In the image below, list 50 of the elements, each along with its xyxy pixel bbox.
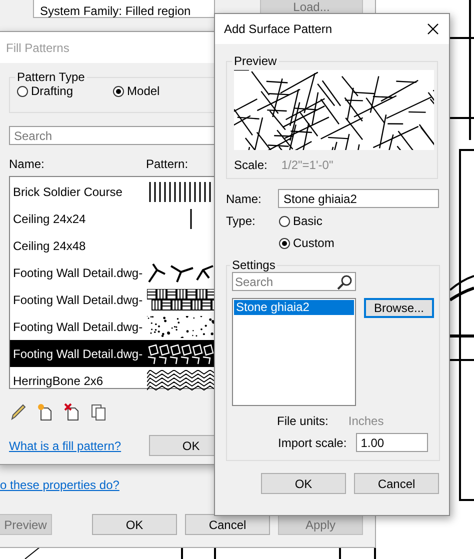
- pencil-icon[interactable]: [9, 403, 27, 421]
- radio-button[interactable]: Drafting: [17, 84, 74, 98]
- pattern-name: Ceiling 24x48: [13, 238, 87, 252]
- file-units-value: Inches: [348, 414, 384, 428]
- name-label: Name:: [226, 192, 262, 206]
- list-row[interactable]: Footing Wall Detail.dwg-: [10, 313, 249, 340]
- column-header: Name:: [9, 157, 46, 171]
- pattern-swatch: [147, 262, 215, 284]
- pattern-name: Footing Wall Detail.dwg-: [13, 292, 144, 306]
- import-scale-label: Import scale:: [278, 436, 347, 450]
- help-link[interactable]: What is a fill pattern?: [9, 438, 122, 452]
- scale-value: 1/2"=1'-0": [281, 158, 334, 172]
- pattern-name: Footing Wall Detail.dwg-: [13, 266, 144, 280]
- delete-file-icon[interactable]: [63, 403, 81, 421]
- window-title: Add Surface Pattern: [224, 22, 332, 36]
- dialog-button[interactable]: Cancel: [185, 514, 270, 535]
- pattern-name: Ceiling 24x24: [13, 212, 87, 226]
- list-item[interactable]: Stone ghiaia2: [234, 300, 354, 315]
- pattern-swatch: [147, 316, 215, 338]
- close-icon[interactable]: [426, 22, 440, 36]
- browse-button[interactable]: Browse...: [364, 298, 434, 318]
- family-field[interactable]: System Family: Filled region: [33, 0, 215, 18]
- file-units-label: File units:: [277, 414, 328, 428]
- radio-button[interactable]: Model: [113, 84, 160, 98]
- import-scale-field[interactable]: 1.00: [356, 433, 428, 452]
- group-label: Settings: [231, 258, 276, 272]
- search-field[interactable]: Search: [232, 272, 356, 291]
- pattern-name: HerringBone 2x6: [13, 374, 104, 388]
- name-field[interactable]: Stone ghiaia2: [278, 189, 439, 208]
- dialog-button[interactable]: Cancel: [354, 473, 439, 494]
- pattern-swatch: [147, 288, 215, 310]
- pattern-swatch: [147, 342, 215, 364]
- window-title: Fill Patterns: [6, 40, 70, 54]
- scale-label: Scale:: [234, 158, 268, 172]
- type-label: Type:: [226, 214, 256, 228]
- group-label: Preview: [233, 54, 278, 68]
- pattern-name: Footing Wall Detail.dwg-: [13, 320, 144, 334]
- radio-button[interactable]: Basic: [279, 214, 334, 228]
- pattern-swatch: [147, 370, 215, 392]
- new-file-icon[interactable]: [36, 403, 54, 421]
- group-label: Pattern Type: [16, 70, 86, 84]
- dialog-button[interactable]: OK: [261, 473, 346, 494]
- duplicate-icon[interactable]: [90, 403, 108, 421]
- search-icon[interactable]: [337, 274, 353, 290]
- pattern-name: Footing Wall Detail.dwg-: [13, 346, 144, 360]
- list-row[interactable]: HerringBone 2x6: [10, 367, 249, 394]
- dialog-button[interactable]: OK: [92, 514, 177, 535]
- pattern-name: Brick Soldier Course: [13, 184, 124, 198]
- radio-button[interactable]: Custom: [279, 236, 334, 250]
- column-header: Pattern:: [146, 157, 188, 171]
